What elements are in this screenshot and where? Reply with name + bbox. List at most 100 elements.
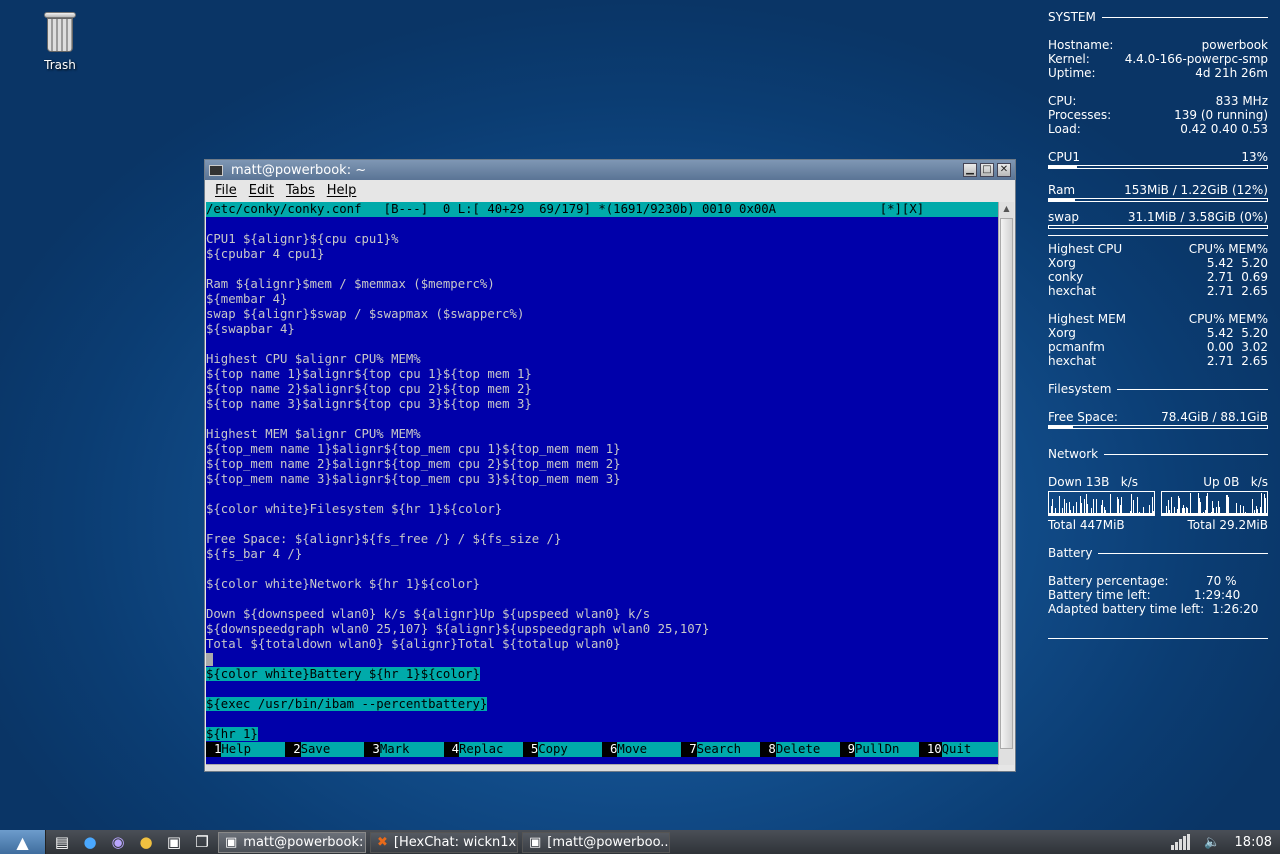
menu-help[interactable]: Help [321, 183, 363, 198]
editor-line: ${downspeedgraph wlan0 25,107} ${alignr}… [206, 622, 710, 636]
taskbar-task-terminal[interactable]: ▣ matt@powerbook: ~ [218, 831, 366, 853]
fkey-quit[interactable]: 10 Quit [919, 742, 998, 757]
filesystem-section-header: Filesystem [1048, 382, 1268, 396]
fkey-help[interactable]: 1 Help [206, 742, 286, 757]
scrollbar-thumb[interactable] [1000, 218, 1013, 749]
upload-speed-graph [1161, 491, 1268, 516]
editor-line: ${membar 4} [206, 292, 288, 306]
terminal-editor-area[interactable]: /etc/conky/conky.conf [B---] 0 L:[ 40+29… [206, 202, 998, 765]
cpu1-bar [1048, 165, 1268, 169]
file-manager-launcher-icon[interactable]: ▤ [50, 830, 74, 854]
top-cpu-row: conky 2.71 0.69 [1048, 270, 1268, 284]
editor-status-line: /etc/conky/conky.conf [B---] 0 L:[ 40+29… [206, 202, 998, 217]
fkey-delete[interactable]: 8 Delete [760, 742, 840, 757]
start-menu-button[interactable]: ▲ [0, 830, 46, 854]
system-tray: 🔈 18:08 [1171, 834, 1280, 850]
menu-edit[interactable]: Edit [243, 183, 280, 198]
fkey-pulldn[interactable]: 9 PullDn [840, 742, 919, 757]
free-space-row: Free Space: 78.4GiB / 88.1GiB [1048, 410, 1268, 424]
fkey-move[interactable]: 6 Move [602, 742, 682, 757]
fkey-copy[interactable]: 5 Copy [523, 742, 603, 757]
terminal-window[interactable]: matt@powerbook: ~ ▁ □ ✕ File Edit Tabs H… [204, 159, 1016, 772]
net-total-row: Total 447MiB Total 29.2MiB [1048, 518, 1268, 532]
editor-line-selected: ${hr 1} [206, 727, 258, 741]
minimize-button[interactable]: ▁ [963, 163, 977, 177]
net-speed-row: Down 13B k/s Up 0B k/s [1048, 475, 1268, 489]
processes-row: Processes: 139 (0 running) [1048, 108, 1268, 122]
close-button[interactable]: ✕ [997, 163, 1011, 177]
chat-launcher-icon[interactable]: ● [134, 830, 158, 854]
fs-bar [1048, 425, 1268, 429]
menu-tabs[interactable]: Tabs [280, 183, 321, 198]
divider [1048, 638, 1268, 639]
editor-line: Ram ${alignr}$mem / $memmax ($memperc%) [206, 277, 495, 291]
hexchat-icon: ✖ [377, 834, 388, 850]
fkey-save[interactable]: 2 Save [285, 742, 365, 757]
swap-row: swap 31.1MiB / 3.58GiB (0%) [1048, 210, 1268, 224]
editor-line: ${fs_bar 4 /} [206, 547, 303, 561]
start-menu-icon: ▲ [16, 832, 29, 852]
kernel-row: Kernel: 4.4.0-166-powerpc-smp [1048, 52, 1268, 66]
taskbar-task-hexchat[interactable]: ✖[HexChat: wickn1x ... [370, 831, 518, 853]
battery-time-left-row: Battery time left: 1:29:40 [1048, 588, 1241, 602]
email-launcher-icon[interactable]: ◉ [106, 830, 130, 854]
editor-text[interactable]: CPU1 ${alignr}${cpu cpu1}% ${cpubar 4 cpu… [206, 217, 998, 742]
editor-line: swap ${alignr}$swap / $swapmax ($swapper… [206, 307, 525, 321]
editor-line: Free Space: ${alignr}${fs_free /} / ${fs… [206, 532, 562, 546]
editor-line: ${color white}Network ${hr 1}${color} [206, 577, 480, 591]
editor-line-selected: ${exec /usr/bin/ibam --percentbattery} [206, 697, 488, 711]
editor-line: ${top_mem name 2}$alignr${top_mem cpu 2}… [206, 457, 621, 471]
terminal-icon: ▣ [225, 834, 238, 850]
text-cursor [206, 653, 213, 666]
top-mem-row: Xorg 5.42 5.20 [1048, 326, 1268, 340]
editor-line: ${top name 2}$alignr${top cpu 2}${top me… [206, 382, 532, 396]
battery-percentage-row: Battery percentage: 70 % [1048, 574, 1237, 588]
network-section-header: Network [1048, 447, 1268, 461]
top-cpu-header: Highest CPU CPU% MEM% [1048, 242, 1268, 256]
editor-line-selected [206, 712, 998, 727]
vertical-scrollbar[interactable]: ▲ [998, 202, 1014, 765]
editor-line: Highest MEM $alignr CPU% MEM% [206, 427, 421, 441]
trash-desktop-icon[interactable]: Trash [30, 10, 90, 72]
editor-line: ${top name 3}$alignr${top cpu 3}${top me… [206, 397, 532, 411]
editor-line: Highest CPU $alignr CPU% MEM% [206, 352, 421, 366]
ram-bar [1048, 198, 1268, 202]
editor-line-selected [206, 682, 998, 697]
editor-line: ${swapbar 4} [206, 322, 295, 336]
fkey-mark[interactable]: 3 Mark [364, 742, 444, 757]
editor-line: Total ${totaldown wlan0} ${alignr}Total … [206, 637, 621, 651]
window-title: matt@powerbook: ~ [231, 162, 367, 178]
wifi-signal-icon[interactable] [1171, 834, 1191, 850]
window-switcher-icon[interactable]: ❐ [190, 830, 214, 854]
editor-line: ${cpubar 4 cpu1} [206, 247, 325, 261]
top-mem-row: pcmanfm 0.00 3.02 [1048, 340, 1268, 354]
horizontal-scrollbar[interactable] [206, 764, 998, 771]
clock[interactable]: 18:08 [1235, 835, 1272, 850]
menu-file[interactable]: File [209, 183, 243, 198]
window-titlebar[interactable]: matt@powerbook: ~ ▁ □ ✕ [205, 160, 1015, 180]
scroll-up-icon[interactable]: ▲ [999, 202, 1014, 216]
battery-section-header: Battery [1048, 546, 1268, 560]
terminal-icon [209, 164, 223, 176]
fkey-replac[interactable]: 4 Replac [444, 742, 523, 757]
editor-line: ${top_mem name 1}$alignr${top_mem cpu 1}… [206, 442, 621, 456]
adapted-battery-time-row: Adapted battery time left: 1:26:20 [1048, 602, 1259, 616]
fkey-search[interactable]: 7 Search [681, 742, 761, 757]
divider [1048, 235, 1268, 236]
browser-launcher-icon[interactable]: ● [78, 830, 102, 854]
maximize-button[interactable]: □ [980, 163, 994, 177]
volume-icon[interactable]: 🔈 [1204, 835, 1220, 850]
terminal-launcher-icon[interactable]: ▣ [162, 830, 186, 854]
taskbar-task-terminal-2[interactable]: ▣ [matt@powerboo... [522, 831, 670, 853]
editor-line: ${top name 1}$alignr${top cpu 1}${top me… [206, 367, 532, 381]
editor-line: ${color white}Filesystem ${hr 1}${color} [206, 502, 503, 516]
terminal-icon: ▣ [529, 834, 542, 850]
editor-line: Down ${downspeed wlan0} k/s ${alignr}Up … [206, 607, 651, 621]
editor-cursor-line [206, 652, 998, 667]
ram-row: Ram 153MiB / 1.22GiB (12%) [1048, 183, 1268, 197]
